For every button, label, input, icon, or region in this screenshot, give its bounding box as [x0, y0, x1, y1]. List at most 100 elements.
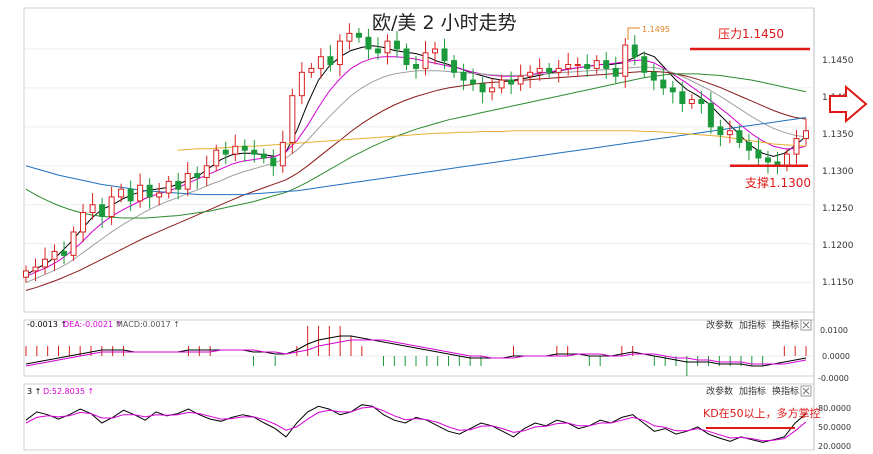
kd-tick-3: 20.0000: [818, 442, 851, 451]
macd-tick-3: -0.0000: [818, 374, 849, 383]
macd-tick-1: 0.0100: [820, 326, 848, 335]
candle-body: [184, 173, 191, 190]
kd-legend-d: D:52.8035 ↑: [43, 387, 94, 396]
candle-body: [232, 145, 239, 155]
kd-annotation: KD在50以上，多方掌控: [703, 406, 821, 420]
macd-legend-macd: MACD:0.0017 ↑: [116, 320, 180, 329]
kd-switch-indicator-button[interactable]: 换指标: [772, 385, 799, 397]
candle-body: [631, 44, 638, 58]
candle-body: [270, 157, 277, 167]
kd-tick-2: 50.0000: [818, 423, 851, 432]
candle-body: [527, 71, 534, 77]
candle-body: [222, 149, 229, 155]
candle-body: [365, 36, 372, 50]
candle-body: [355, 32, 362, 38]
support-label: 支撑1.1300: [745, 175, 811, 190]
candle-body: [441, 48, 448, 62]
candle-body: [783, 153, 790, 167]
candle-body: [374, 48, 381, 54]
candle-body: [574, 64, 581, 67]
y-tick-5: 1.1250: [822, 204, 854, 214]
candle-body: [194, 173, 201, 178]
candle-body: [165, 180, 172, 194]
candle-body: [660, 79, 667, 89]
candle-body: [803, 130, 809, 140]
candle-body: [298, 71, 305, 97]
candle-body: [565, 64, 572, 69]
candle-body: [137, 184, 144, 202]
candle-body: [707, 102, 714, 128]
candle-body: [413, 64, 419, 69]
macd-add-indicator-button[interactable]: 加指标: [739, 319, 766, 331]
candle-body: [717, 126, 724, 136]
kd-close-icon[interactable]: [800, 385, 812, 397]
candle-body: [203, 165, 210, 178]
candle-body: [422, 52, 429, 69]
candle-body: [61, 250, 68, 256]
y-tick-6: 1.1200: [822, 241, 854, 251]
candle-body: [755, 149, 762, 159]
macd-close-icon[interactable]: [800, 319, 812, 331]
candle-body: [698, 99, 705, 104]
candle-body: [327, 56, 334, 66]
candle-body: [279, 141, 286, 167]
candle-body: [593, 60, 600, 69]
candle-body: [289, 95, 296, 143]
kd-edit-params-button[interactable]: 改参数: [706, 385, 733, 397]
candle-body: [603, 60, 610, 69]
candle-body: [108, 196, 115, 217]
candle-body: [688, 99, 695, 104]
macd-edit-params-button[interactable]: 改参数: [706, 319, 733, 331]
candle-body: [489, 87, 496, 93]
y-tick-3: 1.1350: [822, 130, 854, 140]
candle-body: [612, 67, 619, 77]
candle-body: [451, 60, 458, 73]
candle-body: [745, 141, 752, 151]
candle-body: [470, 79, 477, 85]
candle-body: [80, 212, 87, 233]
candle-body: [403, 48, 410, 66]
y-tick-7: 1.1150: [822, 278, 854, 288]
candle-body: [346, 32, 353, 42]
candle-body: [536, 67, 543, 73]
candle-body: [336, 40, 343, 66]
candle-body: [99, 204, 106, 217]
candle-body: [517, 75, 524, 85]
candle-body: [393, 40, 400, 50]
candle-body: [460, 71, 467, 81]
kd-panel-frame: [23, 383, 815, 451]
candle-body: [308, 67, 315, 73]
candle-body: [650, 71, 657, 81]
candle-body: [89, 204, 96, 214]
candle-body: [32, 266, 39, 272]
candle-body: [156, 192, 163, 198]
candle-body: [432, 48, 439, 54]
candle-body: [764, 157, 771, 163]
kd-add-indicator-button[interactable]: 加指标: [739, 385, 766, 397]
eurusd-2h-chart: 压力1.1450 支撑1.1300 1.1495 欧/美 2 小时走势 1.14…: [23, 7, 868, 451]
candle-body: [726, 130, 733, 136]
candle-body: [584, 64, 591, 69]
candle-body: [118, 188, 125, 198]
candle-body: [146, 184, 153, 198]
macd-legend-dea: DEA:-0.0021 ↑: [63, 320, 122, 329]
macd-switch-indicator-button[interactable]: 换指标: [772, 319, 799, 331]
kd-legend-k: 3 ↑: [27, 387, 41, 396]
peak-label: 1.1495: [642, 25, 670, 34]
candle-body: [622, 44, 629, 77]
candle-body: [23, 270, 29, 278]
candle-body: [793, 138, 800, 155]
candle-body: [175, 180, 182, 190]
candle-body: [127, 188, 134, 202]
candle-body: [260, 153, 267, 159]
main-panel-frame: [23, 7, 815, 313]
candle-5: [70, 226, 77, 261]
resistance-label: 压力1.1450: [718, 27, 784, 41]
candle-body: [546, 67, 553, 73]
candle-body: [70, 231, 77, 256]
candle-body: [479, 83, 486, 93]
candle-body: [641, 56, 648, 73]
candle-body: [213, 149, 220, 167]
candle-body: [241, 145, 248, 151]
candle-body: [251, 149, 258, 155]
